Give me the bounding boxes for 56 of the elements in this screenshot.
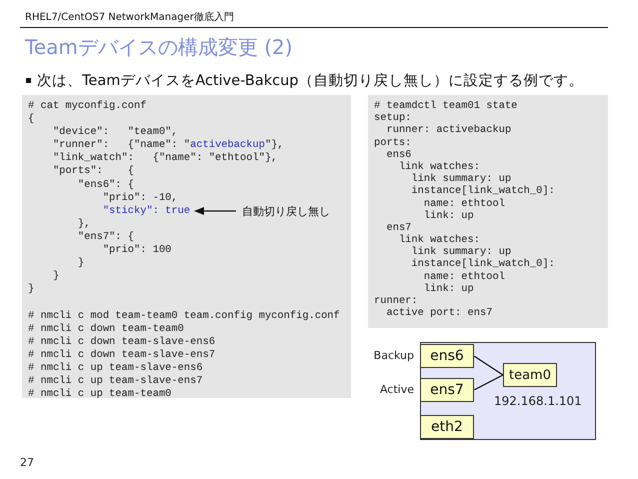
code-text: } xyxy=(52,270,60,284)
port-role: Active xyxy=(380,383,414,396)
code-text: # nmcli c up team-team0 xyxy=(28,388,172,402)
code-text: runner: activebackup xyxy=(385,124,512,137)
port-role: Backup xyxy=(374,349,414,362)
arrow-icon xyxy=(194,207,236,216)
code-text: ports: xyxy=(374,136,412,149)
code-text: instance[link_watch_0]: xyxy=(410,258,555,271)
code-text: link watches: xyxy=(398,234,480,246)
annotation-text: 自動切り戻し無し xyxy=(242,204,330,218)
header-title: RHEL7/CentOS7 NetworkManager徹底入門 xyxy=(25,12,234,23)
bullet-text: 次は、TeamデバイスをActive-Bakcup（自動切り戻し無し）に設定する例です。 xyxy=(37,72,584,90)
code-text: "}, xyxy=(264,139,284,152)
port-node: eth2 xyxy=(420,415,474,439)
code-text: "ens7": { xyxy=(76,230,134,244)
code-text: runner: xyxy=(374,295,418,308)
code-text: link summary: up xyxy=(410,246,512,258)
code-text: activebackup xyxy=(190,139,265,152)
code-text: # nmcli c down team-slave-ens7 xyxy=(28,348,216,362)
code-text: "prio": 100 xyxy=(102,244,172,258)
code-text: ens6 xyxy=(385,148,412,161)
team-node: team0 xyxy=(503,363,557,387)
slide-title: Teamデバイスの構成変更 (2) xyxy=(25,34,294,61)
code-text: name: ethtool xyxy=(422,198,505,210)
code-text: "sticky": true xyxy=(102,204,190,218)
ip-address: 192.168.1.101 xyxy=(494,394,582,408)
code-text: setup: xyxy=(374,112,412,124)
code-text: ens7 xyxy=(385,222,412,234)
code-text: # teamdctl team01 state xyxy=(374,100,518,112)
code-text: } xyxy=(76,257,84,270)
code-text: # nmcli c up team-slave-ens6 xyxy=(28,362,203,375)
code-text: link summary: up xyxy=(410,173,512,186)
code-text: active port: ens7 xyxy=(385,307,492,320)
code-text: # cat myconfig.conf xyxy=(28,100,146,114)
code-text: link watches: xyxy=(398,160,480,174)
code-text: # nmcli c up team-slave-ens7 xyxy=(28,374,203,388)
bullet-icon xyxy=(26,78,31,83)
code-text: "device": "team0", xyxy=(52,126,178,140)
code-text: "ens6": { xyxy=(76,178,134,192)
page-number: 27 xyxy=(20,456,35,469)
code-text: { xyxy=(28,113,34,126)
port-node: ens6 xyxy=(420,344,474,368)
code-text: link: up xyxy=(422,210,474,222)
code-text: "ports": { xyxy=(52,165,134,179)
code-text: # nmcli c down team-slave-ens6 xyxy=(28,336,216,349)
code-text: name: ethtool xyxy=(422,270,505,283)
code-text: # nmcli c mod team-team0 team.config myconfig.conf xyxy=(28,310,340,323)
code-text: "link_watch": {"name": "ethtool"}, xyxy=(52,152,278,166)
code-text: link: up xyxy=(422,282,474,296)
code-text: # nmcli c down team-team0 xyxy=(28,322,184,336)
code-text: }, xyxy=(76,218,90,231)
code-text: instance[link_watch_0]: xyxy=(410,185,555,198)
code-text: "runner": {"name": " xyxy=(52,139,190,152)
port-node: ens7 xyxy=(420,378,474,402)
code-text: "prio": -10, xyxy=(102,192,178,205)
code-text: } xyxy=(28,283,34,296)
